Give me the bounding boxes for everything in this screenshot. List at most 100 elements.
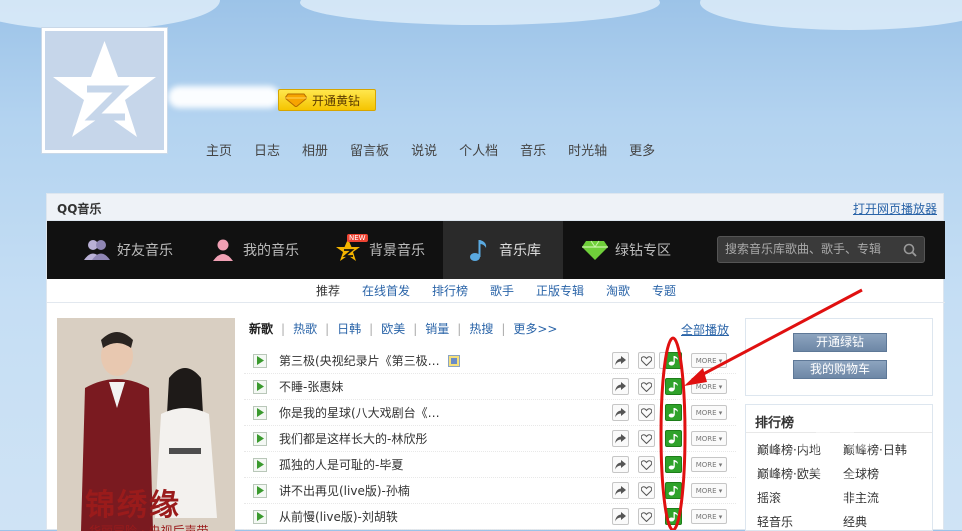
chart-link[interactable]: 巅峰榜·内地 — [757, 441, 843, 458]
shopping-cart-button[interactable]: 我的购物车 — [793, 360, 887, 379]
heart-icon[interactable] — [638, 482, 655, 499]
cat-west[interactable]: 欧美 — [381, 320, 405, 337]
add-to-playlist-icon[interactable] — [665, 482, 682, 499]
cat-hot[interactable]: 热歌 — [293, 320, 317, 337]
play-icon[interactable] — [253, 379, 267, 394]
chart-link[interactable]: 巅峰榜·欧美 — [757, 465, 843, 482]
cat-more[interactable]: 更多>> — [513, 320, 557, 337]
play-icon[interactable] — [253, 457, 267, 472]
play-icon[interactable] — [253, 509, 267, 524]
subnav-topics[interactable]: 专题 — [652, 282, 676, 299]
song-title[interactable]: 不睡-张惠妹 — [279, 378, 343, 395]
song-title[interactable]: 我们都是这样长大的-林欣彤 — [279, 430, 427, 447]
song-row: 第三极(央视纪录片《第三极… — [244, 348, 736, 374]
heart-icon[interactable] — [638, 430, 655, 447]
more-button[interactable]: MORE ▾ — [691, 483, 727, 498]
tab-label: 绿钻专区 — [615, 243, 671, 259]
play-icon[interactable] — [253, 353, 267, 368]
more-button[interactable]: MORE ▾ — [691, 457, 727, 472]
heart-icon[interactable] — [638, 352, 655, 369]
tab-music-library[interactable]: 音乐库 — [443, 221, 563, 279]
add-to-playlist-icon[interactable] — [665, 404, 682, 421]
avatar[interactable] — [41, 27, 168, 154]
cat-hot-search[interactable]: 热搜 — [469, 320, 493, 337]
more-button[interactable]: MORE ▾ — [691, 431, 727, 446]
album-poster[interactable]: 锦绣缘 华丽冒险 · 央视后声带 — [57, 318, 235, 531]
song-title[interactable]: 第三极(央视纪录片《第三极… — [279, 352, 440, 369]
share-icon[interactable] — [612, 378, 629, 395]
song-row: 不睡-张惠妹 — [244, 374, 736, 400]
play-icon[interactable] — [253, 483, 267, 498]
charts-title: 排行榜 — [746, 405, 932, 433]
nav-album[interactable]: 相册 — [302, 140, 328, 159]
tab-my-music[interactable]: 我的音乐 — [191, 221, 317, 279]
tab-label: 好友音乐 — [117, 243, 173, 259]
tab-label: 音乐库 — [499, 243, 541, 259]
song-title[interactable]: 你是我的星球(八大戏剧台《… — [279, 404, 440, 421]
charts-box: 排行榜 巅峰榜·内地 巅峰榜·日韩 巅峰榜·欧美 全球榜 摇滚 非主流 轻音乐 … — [745, 404, 933, 531]
more-button[interactable]: MORE ▾ — [691, 379, 727, 394]
panel-header: QQ音乐 打开网页播放器 — [47, 194, 943, 221]
subnav-charts[interactable]: 排行榜 — [432, 282, 468, 299]
search-icon[interactable] — [903, 243, 917, 257]
share-icon[interactable] — [612, 430, 629, 447]
song-title[interactable]: 从前慢(live版)-刘胡轶 — [279, 508, 398, 525]
subnav-recommend[interactable]: 推荐 — [316, 282, 340, 299]
share-icon[interactable] — [612, 482, 629, 499]
open-green-diamond-button[interactable]: 开通绿钻 — [793, 333, 887, 352]
chart-link[interactable]: 全球榜 — [843, 465, 929, 482]
nav-timeline[interactable]: 时光轴 — [568, 140, 607, 159]
chart-link[interactable]: 摇滚 — [757, 489, 843, 506]
subnav-singers[interactable]: 歌手 — [490, 282, 514, 299]
nav-profile[interactable]: 个人档 — [459, 140, 498, 159]
tab-friends-music[interactable]: 好友音乐 — [47, 221, 191, 279]
more-button[interactable]: MORE ▾ — [691, 405, 727, 420]
yellow-diamond-button[interactable]: 开通黄钻 — [278, 89, 376, 111]
tab-background-music[interactable]: NEW 背景音乐 — [317, 221, 443, 279]
cat-sales[interactable]: 销量 — [425, 320, 449, 337]
song-row: 从前慢(live版)-刘胡轶 — [244, 504, 736, 530]
more-button[interactable]: MORE ▾ — [691, 509, 727, 524]
chart-link[interactable]: 非主流 — [843, 489, 929, 506]
song-title[interactable]: 讲不出再见(live版)-孙楠 — [279, 482, 410, 499]
add-to-playlist-icon[interactable] — [665, 456, 682, 473]
play-icon[interactable] — [253, 405, 267, 420]
open-player-link[interactable]: 打开网页播放器 — [853, 200, 937, 217]
more-button[interactable]: MORE ▾ — [691, 353, 727, 368]
cat-new[interactable]: 新歌 — [249, 320, 273, 337]
cat-jk[interactable]: 日韩 — [337, 320, 361, 337]
add-to-playlist-icon[interactable] — [665, 508, 682, 525]
music-search-input[interactable]: 搜索音乐库歌曲、歌手、专辑 — [717, 236, 925, 263]
nav-music[interactable]: 音乐 — [520, 140, 546, 159]
share-icon[interactable] — [612, 404, 629, 421]
tab-green-diamond[interactable]: 绿钻专区 — [563, 221, 689, 279]
nav-shuoshuo[interactable]: 说说 — [411, 140, 437, 159]
nav-home[interactable]: 主页 — [206, 140, 232, 159]
chart-link[interactable]: 巅峰榜·日韩 — [843, 441, 929, 458]
share-icon[interactable] — [612, 352, 629, 369]
music-note-icon — [465, 236, 493, 264]
chart-link[interactable]: 经典 — [843, 513, 929, 530]
play-icon[interactable] — [253, 431, 267, 446]
add-to-playlist-icon[interactable] — [665, 378, 682, 395]
subnav-taoge[interactable]: 淘歌 — [606, 282, 630, 299]
add-to-playlist-icon[interactable] — [665, 430, 682, 447]
share-icon[interactable] — [612, 508, 629, 525]
subnav-albums[interactable]: 正版专辑 — [536, 282, 584, 299]
nav-blog[interactable]: 日志 — [254, 140, 280, 159]
play-all-link[interactable]: 全部播放 — [681, 321, 729, 338]
add-to-playlist-icon[interactable] — [665, 352, 682, 369]
heart-icon[interactable] — [638, 508, 655, 525]
song-title[interactable]: 孤独的人是可耻的-毕夏 — [279, 456, 403, 473]
nav-more[interactable]: 更多 — [629, 140, 655, 159]
tab-label: 背景音乐 — [369, 243, 425, 259]
friends-icon — [83, 236, 111, 264]
heart-icon[interactable] — [638, 456, 655, 473]
heart-icon[interactable] — [638, 378, 655, 395]
chart-link[interactable]: 轻音乐 — [757, 513, 843, 530]
subnav-new-release[interactable]: 在线首发 — [362, 282, 410, 299]
profile-nav: 主页 日志 相册 留言板 说说 个人档 音乐 时光轴 更多 — [195, 140, 666, 159]
share-icon[interactable] — [612, 456, 629, 473]
heart-icon[interactable] — [638, 404, 655, 421]
nav-guestbook[interactable]: 留言板 — [350, 140, 389, 159]
